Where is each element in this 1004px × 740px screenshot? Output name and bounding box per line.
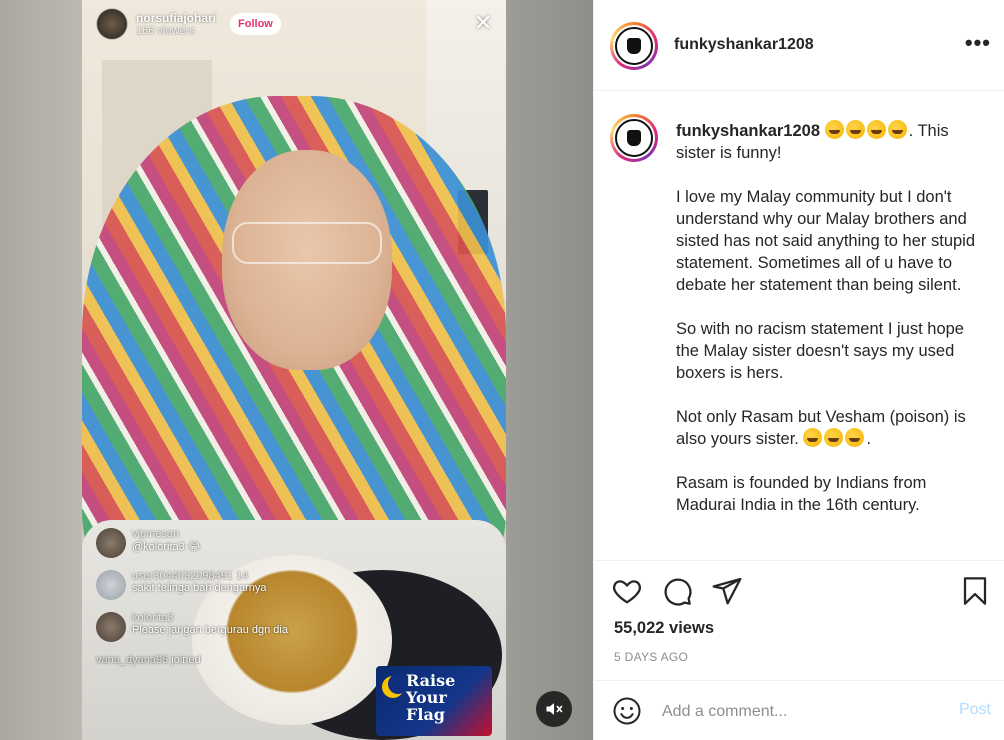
post-panel: funkyshankar1208 ••• funkyshankar1208 . …	[593, 0, 1004, 740]
paper-plane-icon	[712, 577, 742, 605]
author-avatar[interactable]	[610, 22, 658, 70]
host-meta: norsufiajohari 166 viewers	[136, 11, 216, 37]
caption-text: funkyshankar1208 . This sister is funny!…	[676, 120, 988, 516]
caption-area: funkyshankar1208 . This sister is funny!…	[594, 92, 1004, 560]
commenter-avatar	[96, 528, 126, 558]
caption-paragraph: I love my Malay community but I don't un…	[676, 188, 976, 294]
badge-line-1: Raise	[406, 671, 456, 690]
comment-message: Please jangan bergurau dgn dia	[132, 624, 288, 636]
post-actions: 55,022 views 5 DAYS AGO	[594, 560, 1004, 678]
commenter-avatar	[96, 570, 126, 600]
raised-fist-logo	[615, 119, 653, 157]
laughing-emoji-icon	[803, 428, 866, 448]
like-button[interactable]	[610, 575, 644, 609]
fist-icon	[627, 130, 641, 146]
author-username[interactable]: funkyshankar1208	[674, 36, 814, 54]
commenter-name: kolorita3	[132, 612, 174, 624]
host-username[interactable]: norsufiajohari	[136, 11, 216, 25]
live-comment: user3044032098491 14 sakit telinga bah d…	[96, 570, 356, 600]
host-avatar[interactable]	[96, 8, 128, 40]
caption-author-avatar[interactable]	[610, 114, 658, 162]
fist-icon	[627, 38, 641, 54]
more-options-button[interactable]: •••	[965, 30, 991, 56]
save-button[interactable]	[958, 575, 992, 609]
crescent-icon	[382, 674, 408, 698]
comment-message: @kolorita3 😂	[132, 541, 201, 553]
live-video-area: norsufiajohari 166 viewers Follow ✕ vipm…	[0, 0, 593, 740]
bookmark-icon	[963, 577, 987, 605]
smiley-icon	[613, 697, 641, 725]
joined-label: joined	[171, 654, 201, 666]
share-button[interactable]	[710, 575, 744, 609]
caption-paragraph: So with no racism statement I just hope …	[676, 320, 964, 382]
raise-your-flag-badge: Raise Your Flag	[376, 666, 492, 736]
view-count[interactable]: 55,022 views	[614, 619, 714, 638]
caption-paragraph: Rasam is founded by Indians from Madurai…	[676, 474, 927, 514]
badge-line-2: Your Flag	[406, 688, 447, 724]
close-icon[interactable]: ✕	[474, 12, 492, 34]
person-glasses	[232, 222, 382, 264]
comment-button[interactable]	[660, 575, 694, 609]
post-header: funkyshankar1208 •••	[594, 0, 1004, 91]
follow-button[interactable]: Follow	[230, 13, 281, 35]
laughing-emoji-icon	[824, 120, 909, 140]
join-notice: vana_dyana96 joined	[96, 654, 356, 666]
comment-input[interactable]	[662, 699, 942, 725]
joined-username: vana_dyana96	[96, 654, 169, 666]
commenter-name: user3044032098491 14	[132, 570, 249, 582]
speaker-muted-icon	[546, 703, 563, 715]
comment-message: sakit telinga bah dengarnya	[132, 582, 267, 594]
live-comment: kolorita3 Please jangan bergurau dgn dia	[96, 612, 356, 642]
live-comments: vipmesan @kolorita3 😂 user3044032098491 …	[96, 528, 356, 666]
raised-fist-logo	[615, 27, 653, 65]
comment-bubble-icon	[664, 578, 692, 606]
live-comment: vipmesan @kolorita3 😂	[96, 528, 356, 558]
caption-paragraph-3: Not only Rasam but Vesham (poison) is al…	[676, 406, 988, 450]
post-comment-button[interactable]: Post	[959, 701, 991, 719]
heart-icon	[613, 580, 641, 604]
commenter-avatar	[96, 612, 126, 642]
caption-tail: .	[866, 430, 872, 448]
live-host-bar: norsufiajohari 166 viewers Follow	[96, 8, 281, 40]
commenter-name: vipmesan	[132, 528, 180, 540]
emoji-button[interactable]	[612, 696, 642, 726]
add-comment-bar: Post	[594, 680, 1004, 740]
mute-button[interactable]	[536, 691, 572, 727]
more-horizontal-icon: •••	[964, 30, 991, 55]
post-timestamp[interactable]: 5 DAYS AGO	[614, 650, 688, 664]
viewer-count: 166 viewers	[136, 25, 195, 37]
caption-username[interactable]: funkyshankar1208	[676, 122, 820, 140]
